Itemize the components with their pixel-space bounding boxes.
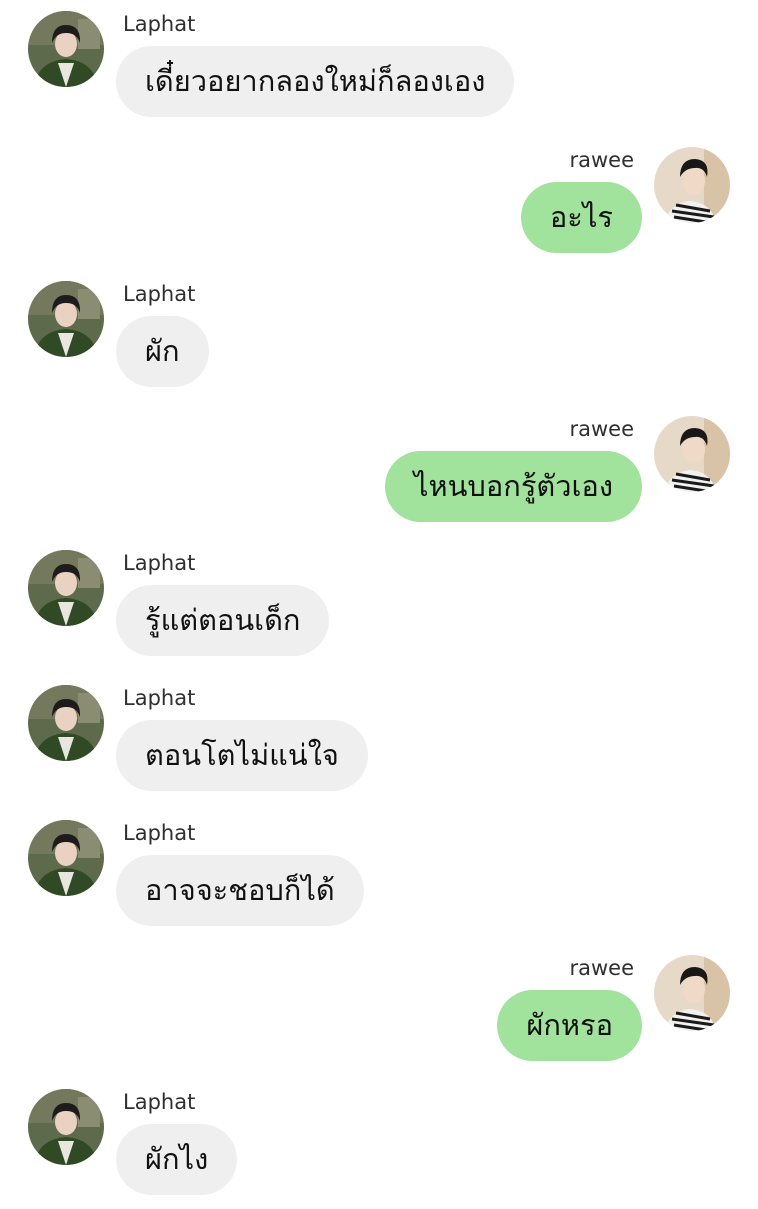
laphat-avatar-icon[interactable]: [28, 11, 104, 87]
sender-name: Laphat: [123, 551, 196, 575]
rawee-avatar-icon[interactable]: [654, 416, 730, 492]
message-bubble[interactable]: ผัก: [116, 316, 209, 387]
message-bubble[interactable]: อะไร: [520, 182, 642, 253]
laphat-avatar-icon[interactable]: [28, 820, 104, 896]
laphat-avatar-icon[interactable]: [28, 1089, 104, 1165]
sender-name: Laphat: [123, 1090, 196, 1114]
sender-name: Laphat: [123, 12, 196, 36]
message-row: Laphat ตอนโตไม่แน่ใจ: [0, 685, 758, 805]
message-row: Laphat อาจจะชอบก็ได้: [0, 820, 758, 940]
rawee-avatar-icon[interactable]: [654, 955, 730, 1031]
chat-thread: Laphat เดี๋ยวอยากลองใหม่ก็ลองเอง rawee อ…: [0, 0, 758, 1200]
message-bubble[interactable]: รู้แต่ตอนเด็ก: [116, 585, 330, 656]
sender-name: rawee: [569, 148, 634, 172]
message-row: rawee ไหนบอกรู้ตัวเอง: [0, 416, 758, 536]
message-bubble[interactable]: เดี๋ยวอยากลองใหม่ก็ลองเอง: [116, 46, 515, 117]
laphat-avatar-icon[interactable]: [28, 281, 104, 357]
sender-name: Laphat: [123, 821, 196, 845]
sender-name: Laphat: [123, 282, 196, 306]
laphat-avatar-icon[interactable]: [28, 550, 104, 626]
message-bubble[interactable]: อาจจะชอบก็ได้: [116, 855, 364, 926]
message-bubble[interactable]: ผักไง: [116, 1124, 238, 1195]
sender-name: Laphat: [123, 686, 196, 710]
sender-name: rawee: [569, 417, 634, 441]
message-row: Laphat ผักไง: [0, 1089, 758, 1209]
message-row: Laphat ผัก: [0, 281, 758, 401]
message-bubble[interactable]: ผักหรอ: [497, 990, 642, 1061]
message-row: rawee ผักหรอ: [0, 955, 758, 1075]
rawee-avatar-icon[interactable]: [654, 147, 730, 223]
message-row: Laphat รู้แต่ตอนเด็ก: [0, 550, 758, 670]
message-row: rawee อะไร: [0, 147, 758, 267]
message-row: Laphat เดี๋ยวอยากลองใหม่ก็ลองเอง: [0, 11, 758, 131]
sender-name: rawee: [569, 956, 634, 980]
message-bubble[interactable]: ตอนโตไม่แน่ใจ: [116, 720, 368, 791]
message-bubble[interactable]: ไหนบอกรู้ตัวเอง: [384, 451, 642, 522]
laphat-avatar-icon[interactable]: [28, 685, 104, 761]
